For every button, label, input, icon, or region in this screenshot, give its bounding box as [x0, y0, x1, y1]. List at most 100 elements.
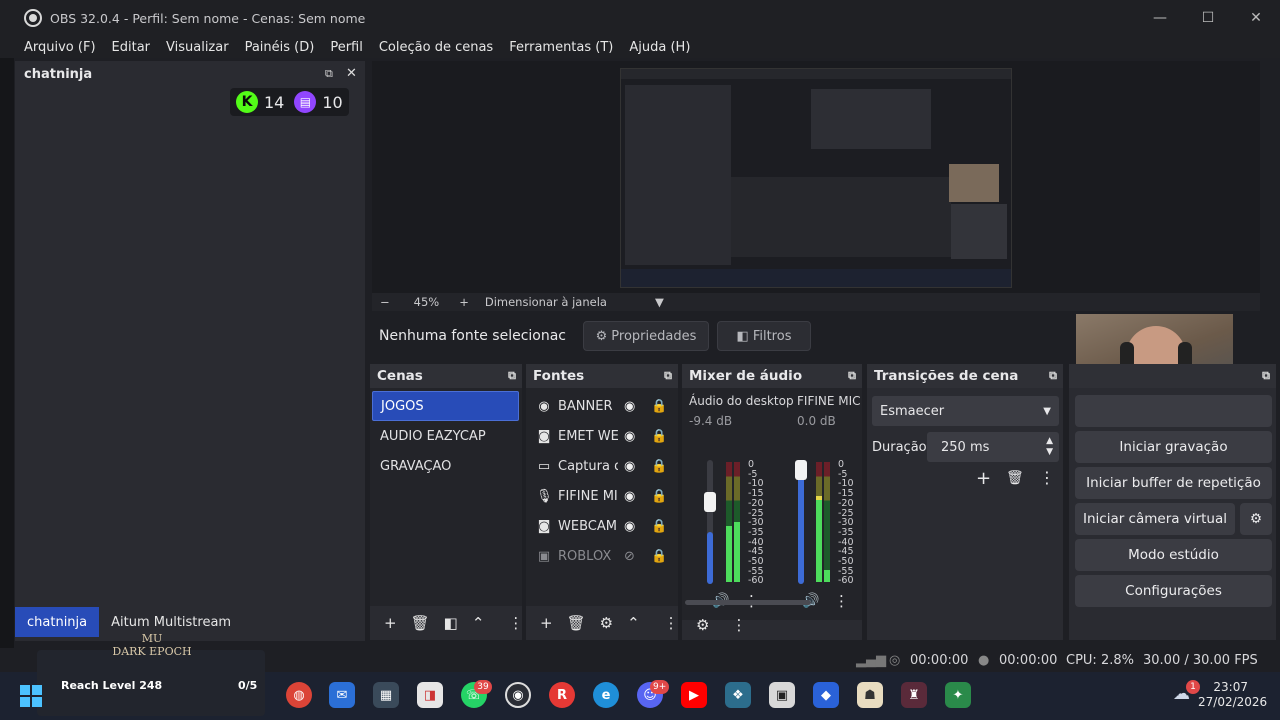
more-icon[interactable]: ⋮	[731, 616, 746, 634]
tab-chatninja[interactable]: chatninja	[15, 607, 100, 637]
fit-window-label[interactable]: Dimensionar à janela	[485, 295, 607, 309]
source-item-emet[interactable]: ◙ EMET WEE ◉ 🔒	[526, 421, 678, 451]
more-icon[interactable]: ⋮	[508, 614, 523, 632]
volume-slider-track[interactable]	[704, 460, 716, 584]
source-item-webcam[interactable]: ◙ WEBCAM ◉ 🔒	[526, 511, 678, 541]
move-up-icon[interactable]: ⌃	[472, 614, 485, 632]
volume-slider-handle[interactable]	[795, 460, 807, 480]
lock-icon[interactable]: 🔒	[651, 459, 667, 474]
eye-icon[interactable]: ◉	[624, 519, 635, 534]
undock-icon[interactable]: ⧉	[848, 369, 856, 383]
scene-item-audio-eazycap[interactable]: AUDIO EAZYCAP	[372, 421, 519, 451]
app-icon[interactable]: ❖	[725, 682, 751, 708]
game-logo: MU DARK EPOCH	[110, 632, 194, 658]
eye-icon[interactable]: ◉	[624, 459, 635, 474]
source-name: ROBLOX	[558, 548, 612, 564]
menu-arquivo[interactable]: Arquivo (F)	[16, 40, 104, 55]
outlook-icon[interactable]: ✉	[329, 682, 355, 708]
app-icon[interactable]: ◨	[417, 682, 443, 708]
move-up-icon[interactable]: ⌃	[627, 614, 640, 632]
title-bar: OBS 32.0.4 - Perfil: Sem nome - Cenas: S…	[0, 0, 1280, 36]
settings-button[interactable]: Configurações	[1075, 575, 1272, 607]
maximize-button[interactable]: ☐	[1184, 0, 1232, 36]
duration-input[interactable]: 250 ms ▲ ▼	[927, 432, 1059, 462]
scene-item-gravacao[interactable]: GRAVAÇAO	[372, 451, 519, 481]
scene-filter-icon[interactable]: ◧	[444, 614, 458, 632]
filters-button[interactable]: ◧ Filtros	[717, 321, 811, 351]
volume-slider-handle[interactable]	[704, 492, 716, 512]
source-item-banner[interactable]: ◉ BANNER ◉ 🔒	[526, 391, 678, 421]
virtual-camera-settings-icon[interactable]: ⚙	[1240, 503, 1272, 535]
more-icon[interactable]: ⋮	[1039, 468, 1055, 487]
app-icon[interactable]: ▣	[769, 682, 795, 708]
edge-icon[interactable]: e	[593, 682, 619, 708]
eye-icon[interactable]: ◉	[624, 429, 635, 444]
volume-slider-track[interactable]	[795, 460, 807, 584]
menu-paineis[interactable]: Painéis (D)	[237, 40, 323, 55]
app-icon[interactable]: ✦	[945, 682, 971, 708]
replay-buffer-button[interactable]: Iniciar buffer de repetição	[1075, 467, 1272, 499]
studio-mode-button[interactable]: Modo estúdio	[1075, 539, 1272, 571]
no-source-label: Nenhuma fonte selecionac	[379, 328, 567, 344]
undock-icon[interactable]: ⧉	[664, 369, 672, 383]
chrome-icon[interactable]: ◍	[286, 682, 312, 708]
close-button[interactable]: ✕	[1232, 0, 1280, 36]
more-icon[interactable]: ⋮	[834, 592, 849, 610]
obs-icon[interactable]: ◉	[505, 682, 531, 708]
source-item-roblox[interactable]: ▣ ROBLOX ⊘ 🔒	[526, 541, 678, 571]
undock-icon[interactable]: ⧉	[508, 369, 516, 383]
scenes-panel: Cenas ⧉ JOGOS AUDIO EAZYCAP GRAVAÇAO + 🗑…	[370, 364, 523, 640]
add-source-icon[interactable]: +	[540, 614, 553, 632]
menu-perfil[interactable]: Perfil	[322, 40, 371, 55]
minimize-button[interactable]: —	[1136, 0, 1184, 36]
preview-canvas[interactable]	[620, 68, 1012, 288]
transition-select[interactable]: Esmaecer ▼	[872, 396, 1059, 426]
remove-transition-icon[interactable]: 🗑	[1006, 470, 1024, 486]
camera-icon: ◙	[537, 428, 551, 444]
stepper-icon[interactable]: ▲ ▼	[1046, 436, 1053, 458]
app-r-icon[interactable]: R	[549, 682, 575, 708]
advanced-audio-icon[interactable]: ⚙	[696, 616, 709, 634]
eye-hidden-icon[interactable]: ⊘	[624, 549, 635, 564]
source-item-fifine-mic[interactable]: 🎙 FIFINE MIC ◉ 🔒	[526, 481, 678, 511]
remove-scene-icon[interactable]: 🗑	[411, 614, 430, 632]
mixer-scrollbar[interactable]	[685, 600, 811, 605]
scene-item-jogos[interactable]: JOGOS	[372, 391, 519, 421]
youtube-icon[interactable]: ▶	[681, 682, 707, 708]
undock-icon[interactable]: ⧉	[325, 67, 333, 81]
menu-colecao-cenas[interactable]: Coleção de cenas	[371, 40, 501, 55]
source-settings-icon[interactable]: ⚙	[600, 614, 613, 632]
eye-icon[interactable]: ◉	[624, 399, 635, 414]
lock-icon[interactable]: 🔒	[651, 549, 667, 564]
properties-button[interactable]: ⚙ Propriedades	[583, 321, 709, 351]
menu-visualizar[interactable]: Visualizar	[158, 40, 237, 55]
zoom-in-button[interactable]: +	[459, 295, 469, 309]
source-item-captura[interactable]: ▭ Captura d ◉ 🔒	[526, 451, 678, 481]
clock[interactable]: 23:07 27/02/2026	[1198, 680, 1267, 710]
more-icon[interactable]: ⋮	[664, 614, 679, 632]
virtual-camera-button[interactable]: Iniciar câmera virtual	[1075, 503, 1235, 535]
menu-ajuda[interactable]: Ajuda (H)	[621, 40, 698, 55]
zoom-dropdown-icon[interactable]: ▼	[655, 295, 664, 309]
menu-ferramentas[interactable]: Ferramentas (T)	[501, 40, 621, 55]
lock-icon[interactable]: 🔒	[651, 399, 667, 414]
menu-editar[interactable]: Editar	[104, 40, 159, 55]
app-icon[interactable]: ♜	[901, 682, 927, 708]
add-scene-icon[interactable]: +	[384, 614, 397, 632]
start-recording-button[interactable]: Iniciar gravação	[1075, 431, 1272, 463]
lock-icon[interactable]: 🔒	[651, 429, 667, 444]
remove-source-icon[interactable]: 🗑	[567, 614, 586, 632]
eye-icon[interactable]: ◉	[624, 489, 635, 504]
close-dock-icon[interactable]: ✕	[346, 66, 357, 81]
calculator-icon[interactable]: ▦	[373, 682, 399, 708]
windows-start-icon[interactable]	[20, 685, 42, 707]
start-streaming-button[interactable]	[1075, 395, 1272, 427]
undock-icon[interactable]: ⧉	[1049, 369, 1057, 383]
lock-icon[interactable]: 🔒	[651, 519, 667, 534]
app-icon[interactable]: ☗	[857, 682, 883, 708]
undock-icon[interactable]: ⧉	[1262, 369, 1270, 383]
lock-icon[interactable]: 🔒	[651, 489, 667, 504]
roblox-icon[interactable]: ◆	[813, 682, 839, 708]
zoom-out-button[interactable]: −	[380, 295, 390, 309]
add-transition-icon[interactable]: +	[976, 468, 991, 489]
